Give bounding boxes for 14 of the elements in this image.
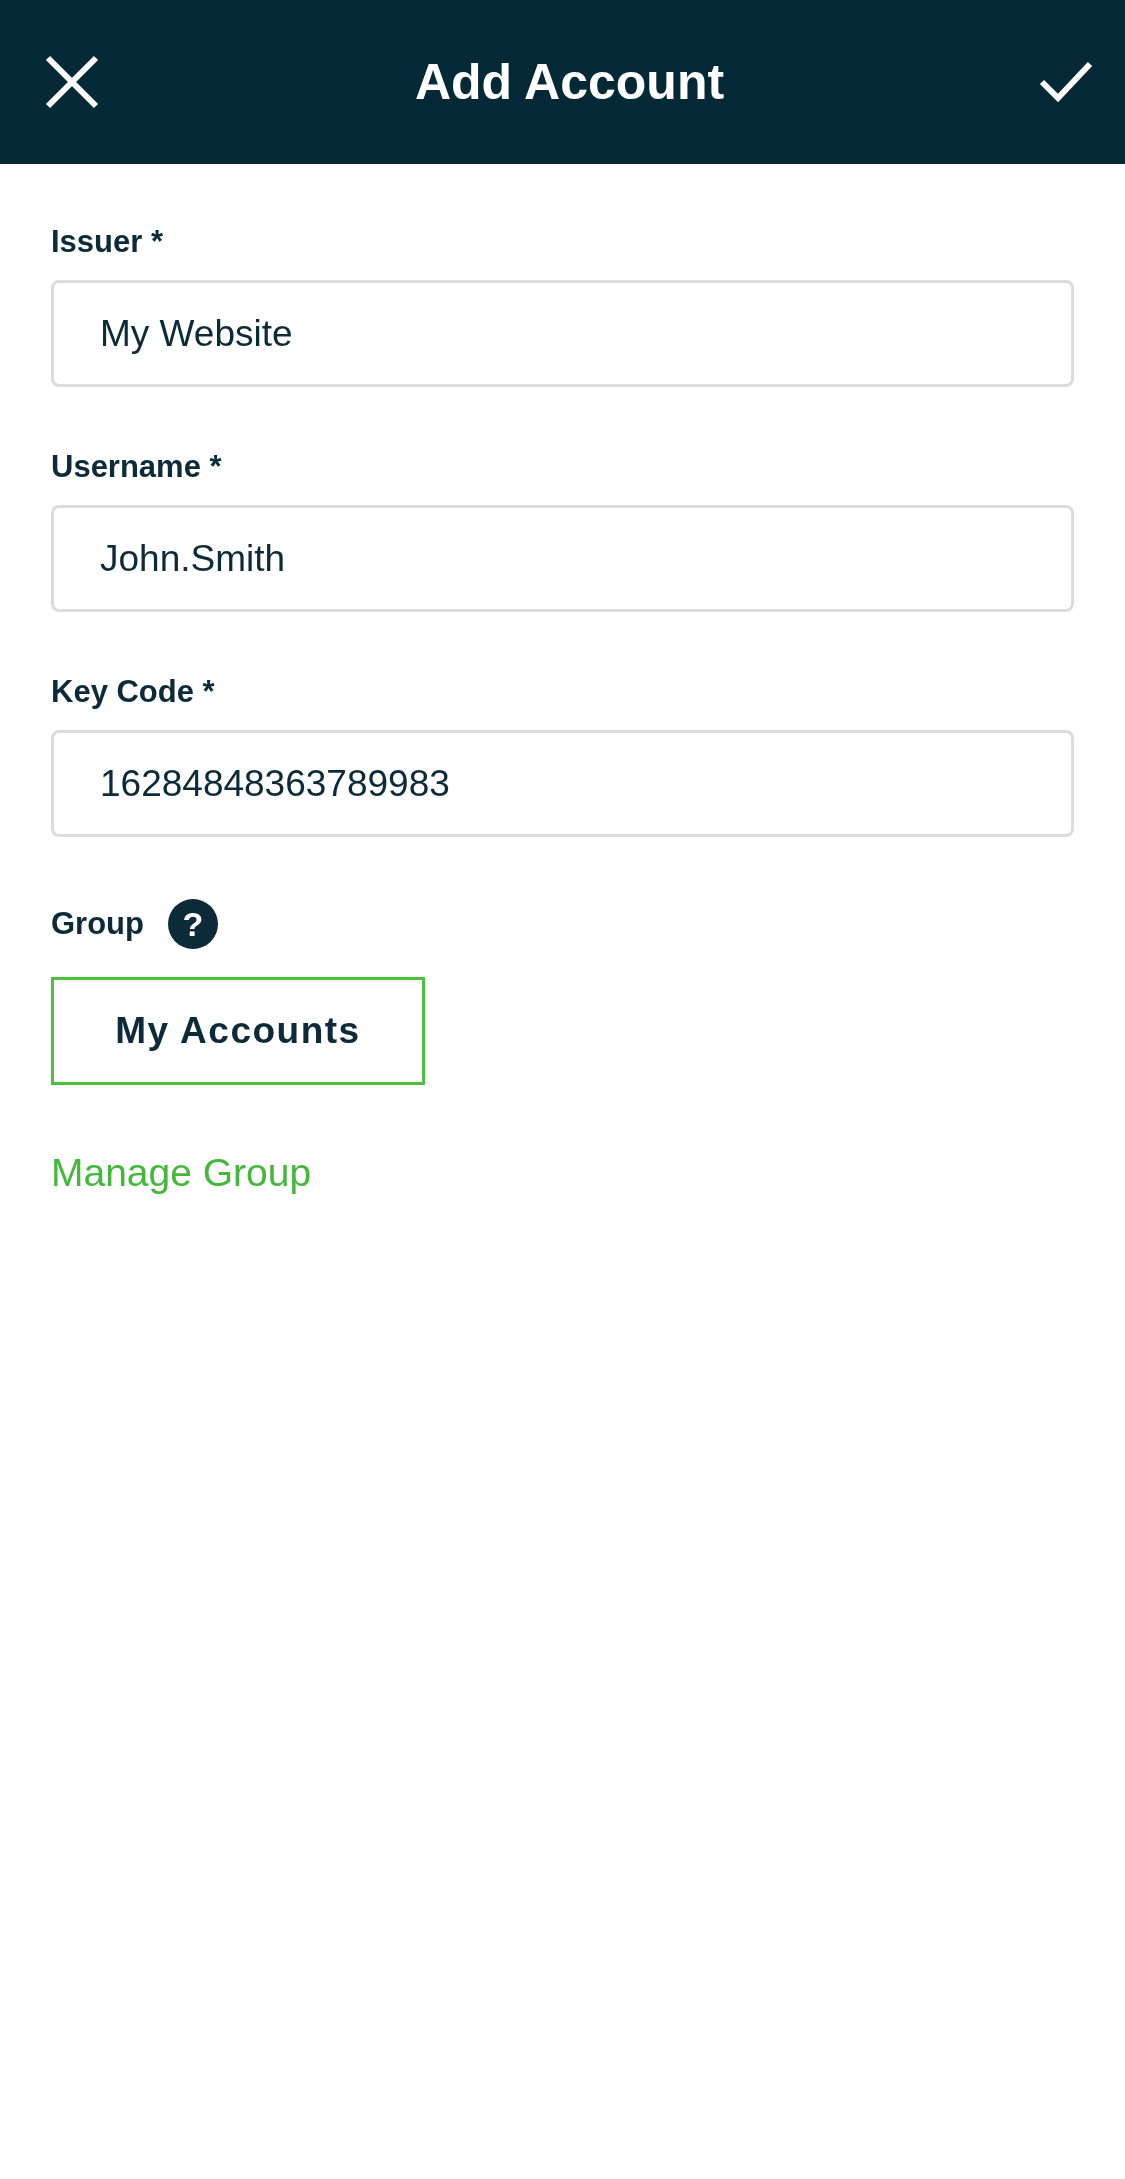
field-label: Key Code * xyxy=(51,674,215,710)
group-button[interactable]: My Accounts xyxy=(51,977,425,1085)
close-button[interactable] xyxy=(44,54,100,110)
screen-title: Add Account xyxy=(414,53,725,111)
field-label: Group xyxy=(51,906,144,942)
input-field[interactable]: 16284848363789983 xyxy=(51,730,1074,837)
checkmark-icon xyxy=(1039,60,1093,104)
help-button[interactable]: ? xyxy=(168,899,218,949)
field-label: Username * xyxy=(51,449,222,485)
close-icon xyxy=(44,54,100,110)
input-field[interactable]: My Website xyxy=(51,280,1074,387)
input-field[interactable]: John.Smith xyxy=(51,505,1074,612)
field-label: Issuer * xyxy=(51,224,163,260)
confirm-button[interactable] xyxy=(1039,60,1093,104)
